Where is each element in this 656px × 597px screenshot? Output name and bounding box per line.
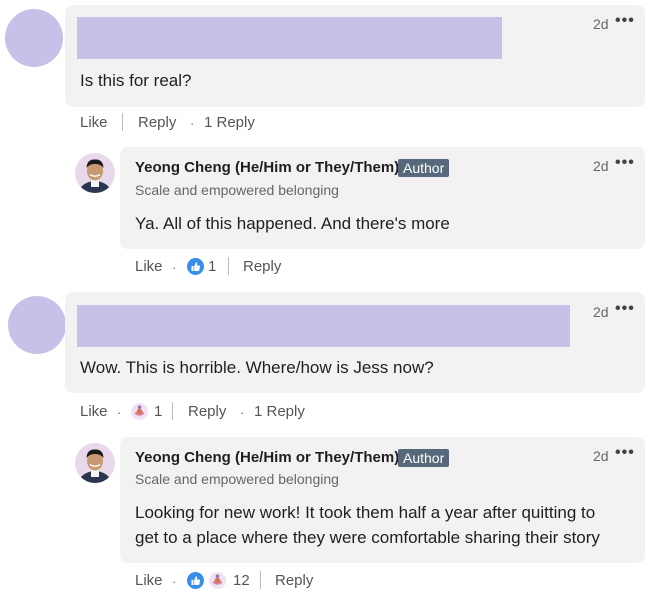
author-name-redacted[interactable] <box>77 305 570 347</box>
divider <box>260 571 261 589</box>
reply-button[interactable]: Reply <box>243 258 281 275</box>
comment-timestamp: 2d <box>593 448 609 464</box>
reaction-count[interactable]: 1 <box>208 258 216 275</box>
author-headline: Scale and empowered belonging <box>135 182 339 198</box>
comment-timestamp: 2d <box>593 158 609 174</box>
like-reaction-icon[interactable] <box>187 258 204 275</box>
reply-button[interactable]: Reply <box>138 114 176 131</box>
comment-timestamp: 2d <box>593 16 609 32</box>
reaction-count[interactable]: 12 <box>233 572 250 589</box>
author-name[interactable]: Yeong Cheng (He/Him or They/Them) <box>135 449 399 466</box>
separator-dot: · <box>240 405 245 420</box>
replies-link[interactable]: 1 Reply <box>254 403 305 420</box>
replies-link[interactable]: 1 Reply <box>204 114 255 131</box>
author-headline: Scale and empowered belonging <box>135 471 339 487</box>
comment-text: Wow. This is horrible. Where/how is Jess… <box>80 358 434 377</box>
avatar[interactable] <box>5 9 63 67</box>
reply-button[interactable]: Reply <box>275 572 313 589</box>
comment-text: Ya. All of this happened. And there's mo… <box>135 214 450 233</box>
comment-text-line: get to a place where they were comfortab… <box>135 528 600 547</box>
comment-timestamp: 2d <box>593 304 609 320</box>
divider <box>228 257 229 275</box>
divider <box>172 402 173 420</box>
empathy-reaction-icon[interactable] <box>209 572 226 589</box>
separator-dot: · <box>172 260 177 275</box>
more-horizontal-icon[interactable]: ••• <box>615 300 635 318</box>
comment-text-line: Looking for new work! It took them half … <box>135 503 596 522</box>
author-name-redacted[interactable] <box>77 17 502 59</box>
empathy-reaction-icon[interactable] <box>131 403 148 420</box>
like-reaction-icon[interactable] <box>187 572 204 589</box>
divider <box>122 113 123 131</box>
author-avatar[interactable] <box>75 443 115 483</box>
separator-dot: · <box>190 116 195 131</box>
author-badge: Author <box>398 159 450 177</box>
author-badge: Author <box>398 449 450 467</box>
like-button[interactable]: Like <box>80 403 108 420</box>
like-button[interactable]: Like <box>135 572 163 589</box>
more-horizontal-icon[interactable]: ••• <box>615 444 635 462</box>
author-name[interactable]: Yeong Cheng (He/Him or They/Them) <box>135 159 399 176</box>
like-button[interactable]: Like <box>80 114 108 131</box>
reaction-count[interactable]: 1 <box>154 403 162 420</box>
more-horizontal-icon[interactable]: ••• <box>615 154 635 172</box>
avatar[interactable] <box>8 296 66 354</box>
reply-button[interactable]: Reply <box>188 403 226 420</box>
comment-text: Is this for real? <box>80 71 192 90</box>
separator-dot: · <box>117 405 122 420</box>
author-avatar[interactable] <box>75 153 115 193</box>
separator-dot: · <box>172 574 177 589</box>
more-horizontal-icon[interactable]: ••• <box>615 12 635 30</box>
like-button[interactable]: Like <box>135 258 163 275</box>
